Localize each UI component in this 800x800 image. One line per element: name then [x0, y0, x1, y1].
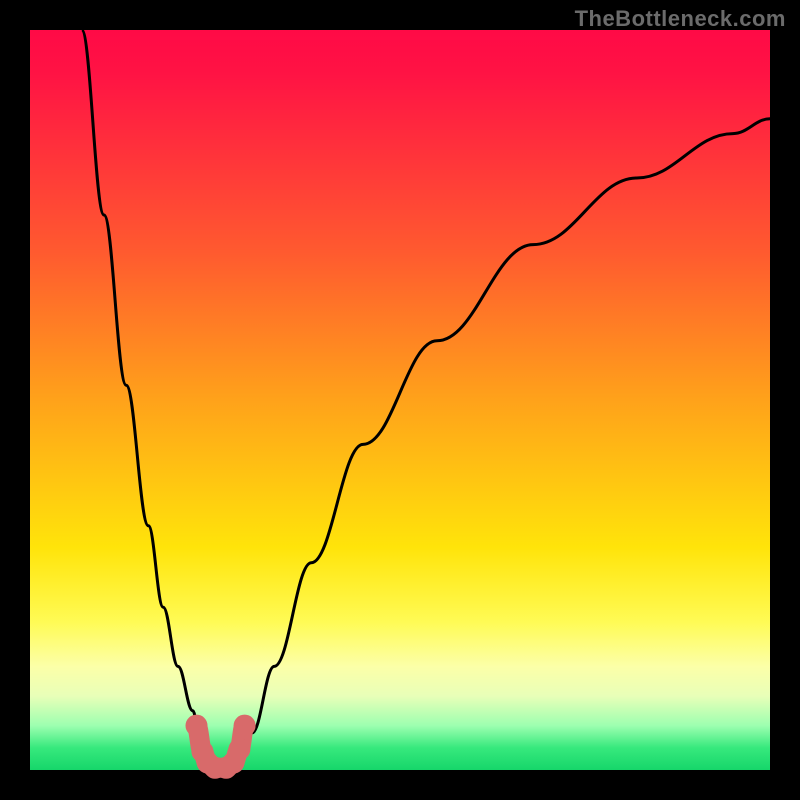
- optimal-range-dots: [186, 715, 256, 779]
- chart-frame: TheBottleneck.com: [0, 0, 800, 800]
- plot-area: [30, 30, 770, 770]
- bottleneck-curve-left: [82, 30, 215, 770]
- bottleneck-curve-right: [237, 119, 770, 770]
- curves-svg: [30, 30, 770, 770]
- highlight-dot: [234, 715, 256, 737]
- highlight-dot: [186, 715, 208, 737]
- watermark-text: TheBottleneck.com: [575, 6, 786, 32]
- highlight-dot: [228, 738, 250, 760]
